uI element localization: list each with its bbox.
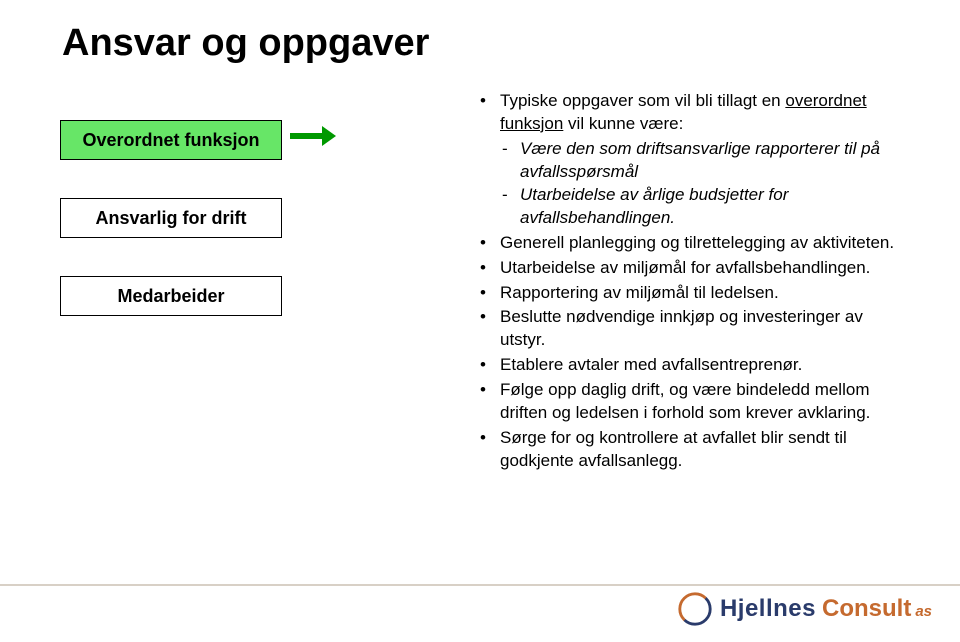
- logo-as: as: [915, 603, 932, 620]
- bullet-intro: Typiske oppgaver som vil bli tillagt en …: [478, 90, 900, 230]
- content-block: Typiske oppgaver som vil bli tillagt en …: [478, 90, 900, 475]
- bullet-6: Etablere avtaler med avfallsentreprenør.: [478, 354, 900, 377]
- bullet-7: Følge opp daglig drift, og være bindeled…: [478, 379, 900, 425]
- logo-text: Hjellnes Consult as: [720, 595, 932, 623]
- logo-icon: [676, 590, 714, 628]
- logo-suffix: Consult: [822, 595, 911, 623]
- arrow-icon: [290, 126, 336, 146]
- bullet-8: Sørge for og kontrollere at avfallet bli…: [478, 427, 900, 473]
- sub-bullet-2: Utarbeidelse av årlige budsjetter for av…: [500, 184, 900, 230]
- company-logo: Hjellnes Consult as: [676, 590, 932, 628]
- sub-bullet-1: Være den som driftsansvarlige rapportere…: [500, 138, 900, 184]
- box-ansvarlig: Ansvarlig for drift: [60, 198, 282, 238]
- intro-text-a: Typiske oppgaver som vil bli tillagt en: [500, 91, 785, 110]
- bullet-3: Utarbeidelse av miljømål for avfallsbeha…: [478, 257, 900, 280]
- slide: Ansvar og oppgaver Overordnet funksjon A…: [0, 0, 960, 642]
- footer-divider: [0, 584, 960, 586]
- box-overordnet: Overordnet funksjon: [60, 120, 282, 160]
- bullet-2: Generell planlegging og tilrettelegging …: [478, 232, 900, 255]
- bullet-4: Rapportering av miljømål til ledelsen.: [478, 282, 900, 305]
- box-medarbeider: Medarbeider: [60, 276, 282, 316]
- logo-name: Hjellnes: [720, 595, 816, 623]
- slide-title: Ansvar og oppgaver: [62, 22, 429, 65]
- org-boxes: Overordnet funksjon Ansvarlig for drift …: [60, 120, 282, 316]
- bullet-5: Beslutte nødvendige innkjøp og investeri…: [478, 306, 900, 352]
- intro-text-c: vil kunne være:: [563, 114, 683, 133]
